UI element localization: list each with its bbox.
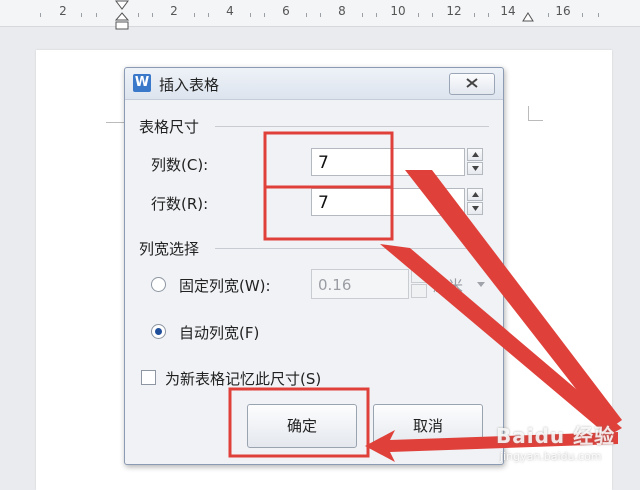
ruler-tick xyxy=(194,13,195,17)
ruler-number: 14 xyxy=(500,4,516,18)
ruler-number: 12 xyxy=(446,4,462,18)
ruler-tick xyxy=(376,13,377,17)
ruler-tick xyxy=(362,13,363,17)
group-divider xyxy=(215,126,489,127)
remember-size-label: 为新表格记忆此尺寸(S) xyxy=(165,370,322,388)
ruler-tick xyxy=(152,13,153,17)
ruler-tick xyxy=(432,13,433,17)
ruler-number: 8 xyxy=(338,4,346,18)
wps-writer-icon: W xyxy=(133,74,151,92)
group-divider xyxy=(215,248,489,249)
ruler-number: 2 xyxy=(170,4,178,18)
fixed-width-value: 0.16 xyxy=(318,276,352,294)
columns-decrement-button[interactable] xyxy=(467,162,483,175)
fixed-width-decrement-button[interactable] xyxy=(411,284,427,298)
ruler-tick xyxy=(474,13,475,17)
ruler-tick xyxy=(96,13,97,17)
auto-width-label: 自动列宽(F) xyxy=(179,324,260,342)
rows-input[interactable]: 7 xyxy=(311,188,465,216)
ruler-tick xyxy=(598,13,599,17)
ruler-number: 6 xyxy=(282,4,290,18)
ruler-tick xyxy=(81,13,82,17)
rows-value: 7 xyxy=(318,193,329,213)
columns-value: 7 xyxy=(318,153,329,173)
columns-input[interactable]: 7 xyxy=(311,148,465,176)
ruler-tick xyxy=(582,13,583,17)
columns-stepper[interactable] xyxy=(467,148,483,176)
ruler-tick xyxy=(548,13,549,17)
fixed-width-input[interactable]: 0.16 xyxy=(311,269,409,299)
fixed-width-radio[interactable] xyxy=(151,277,166,292)
rows-increment-button[interactable] xyxy=(467,188,483,201)
columns-label: 列数(C): xyxy=(151,156,209,174)
margin-corner-mark xyxy=(528,106,543,121)
ruler-tick xyxy=(250,13,251,17)
rows-decrement-button[interactable] xyxy=(467,202,483,215)
ruler-tick xyxy=(306,13,307,17)
ruler-tick xyxy=(418,13,419,17)
ruler-number: 4 xyxy=(226,4,234,18)
baidu-watermark: Baidu 经验 xyxy=(496,424,616,448)
rows-stepper[interactable] xyxy=(467,188,483,216)
caret-down-icon xyxy=(472,166,479,171)
remember-size-checkbox[interactable] xyxy=(141,370,156,385)
fixed-width-increment-button[interactable] xyxy=(411,269,427,283)
caret-down-icon xyxy=(472,206,479,211)
columns-increment-button[interactable] xyxy=(467,148,483,161)
indent-marker-icon[interactable] xyxy=(115,0,129,30)
ruler-number: 16 xyxy=(555,4,571,18)
rows-label: 行数(R): xyxy=(151,195,209,213)
ruler-tick xyxy=(208,13,209,17)
caret-up-icon xyxy=(472,192,479,197)
ruler-tick xyxy=(264,13,265,17)
ruler-tick xyxy=(488,13,489,17)
table-size-group-label: 表格尺寸 xyxy=(139,118,200,136)
caret-up-icon xyxy=(472,152,479,157)
fixed-width-stepper[interactable] xyxy=(411,269,427,299)
fixed-width-label: 固定列宽(W): xyxy=(179,277,271,295)
right-indent-marker-icon[interactable] xyxy=(522,12,534,22)
ruler-number: 2 xyxy=(59,4,67,18)
baidu-watermark-url: jingyan.baidu.com xyxy=(500,450,602,463)
horizontal-ruler[interactable]: 2 2 4 6 8 10 12 14 16 xyxy=(0,0,640,30)
close-button[interactable] xyxy=(449,73,495,95)
ok-button[interactable]: 确定 xyxy=(247,404,357,448)
ruler-tick xyxy=(320,13,321,17)
column-width-group-label: 列宽选择 xyxy=(139,240,200,258)
dialog-titlebar[interactable]: W 插入表格 xyxy=(125,68,503,100)
ruler-number: 10 xyxy=(390,4,406,18)
cancel-button[interactable]: 取消 xyxy=(373,404,483,448)
close-icon xyxy=(466,78,478,88)
insert-table-dialog: W 插入表格 表格尺寸 列数(C): 7 行数(R): 7 列宽选择 固定列宽(… xyxy=(124,67,504,465)
dialog-title: 插入表格 xyxy=(159,76,220,94)
ruler-tick xyxy=(138,13,139,17)
auto-width-radio[interactable] xyxy=(151,324,166,339)
chevron-down-icon xyxy=(477,282,485,287)
unit-dropdown[interactable]: 厘米 xyxy=(433,275,463,296)
ruler-tick xyxy=(40,13,41,17)
